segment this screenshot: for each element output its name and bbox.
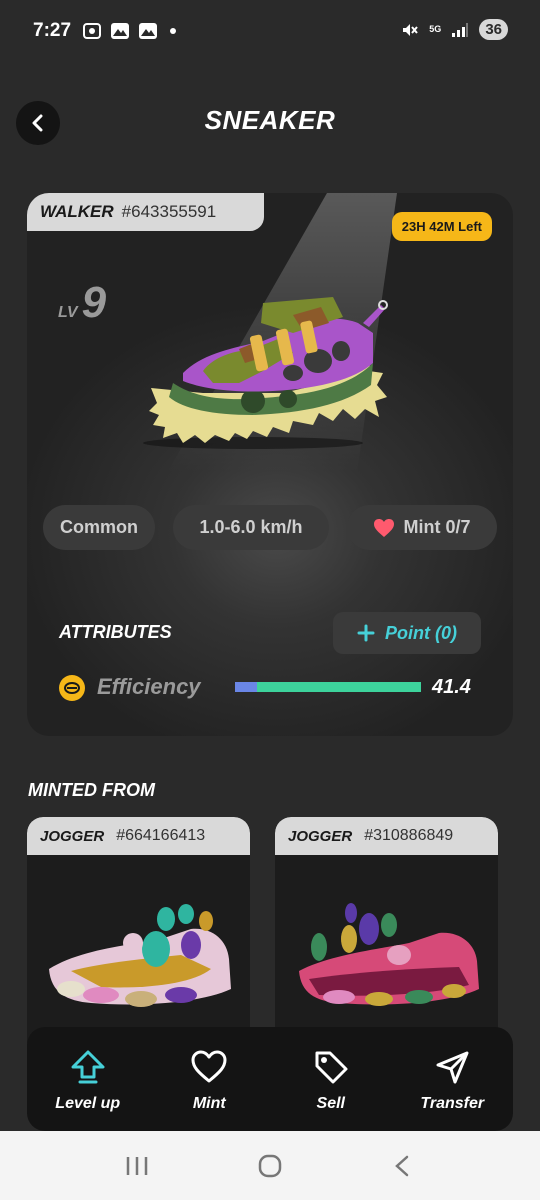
- speed-chip: 1.0-6.0 km/h: [173, 505, 329, 550]
- recent-apps-icon[interactable]: [124, 1154, 150, 1178]
- parent-id: #664166413: [116, 827, 206, 844]
- time-left-badge: 23H 42M Left: [391, 212, 492, 241]
- system-icons: 5G 36: [401, 19, 508, 40]
- mint-label: Mint: [192, 1095, 226, 1112]
- point-button-label: Point (0): [385, 622, 457, 643]
- minted-from-heading: MINTED FROM: [28, 780, 155, 800]
- parent-sneaker-card[interactable]: JOGGER #664166413: [27, 817, 250, 1057]
- parent-type: JOGGER: [288, 827, 353, 845]
- sneaker-name-tag: WALKER #643355591: [27, 193, 264, 231]
- notification-icons: [82, 21, 176, 41]
- tag-icon: [315, 1051, 348, 1084]
- heart-outline-icon: [191, 1050, 227, 1083]
- parent-name-tag: JOGGER #310886849: [275, 817, 498, 855]
- level-label: LV: [58, 304, 78, 321]
- attributes-heading: ATTRIBUTES: [59, 622, 172, 642]
- sneaker-stats: Common 1.0-6.0 km/h Mint 0/7: [43, 505, 497, 550]
- jogger-sneaker-image: [299, 903, 479, 1006]
- walker-sneaker-image: [143, 297, 388, 449]
- signal-icon: [452, 22, 469, 37]
- add-point-button[interactable]: Point (0): [333, 612, 481, 654]
- speed-range: 1.0-6.0 km/h: [199, 517, 303, 537]
- network-type: 5G: [429, 24, 442, 34]
- efficiency-value: 41.4: [432, 676, 471, 698]
- level-up-button[interactable]: Level up: [27, 1027, 149, 1131]
- efficiency-bar: [235, 682, 421, 692]
- status-bar: 7:27 5G 36: [0, 0, 540, 64]
- screenshot-icon: [83, 23, 101, 39]
- heart-icon: [374, 518, 395, 537]
- efficiency-bar-base: [235, 682, 258, 692]
- level-up-label: Level up: [55, 1095, 121, 1112]
- send-icon: [436, 1051, 469, 1084]
- page-title: SNEAKER: [204, 105, 336, 135]
- spotlight-glow: [167, 193, 397, 473]
- parent-name-tag: JOGGER #664166413: [27, 817, 250, 855]
- mint-chip: Mint 0/7: [347, 505, 497, 550]
- sell-label: Sell: [316, 1095, 345, 1112]
- sneaker-id: #643355591: [121, 202, 217, 221]
- mute-icon: [403, 23, 419, 36]
- rarity-chip: Common: [43, 505, 155, 550]
- home-icon[interactable]: [257, 1153, 283, 1179]
- level-display: LV 9: [58, 278, 106, 328]
- parent-sneaker-card[interactable]: JOGGER #310886849: [275, 817, 498, 1057]
- more-notifications-dot: [170, 28, 176, 34]
- mint-count: Mint 0/7: [403, 517, 471, 537]
- efficiency-label: Efficiency: [97, 674, 201, 699]
- sell-button[interactable]: Sell: [270, 1027, 392, 1131]
- sneaker-type: WALKER: [40, 202, 114, 221]
- status-time: 7:27: [33, 20, 72, 41]
- sneaker-card: WALKER #643355591 23H 42M Left LV 9 Comm…: [27, 193, 513, 736]
- mint-button[interactable]: Mint: [149, 1027, 271, 1131]
- transfer-button[interactable]: Transfer: [392, 1027, 514, 1131]
- efficiency-icon: [59, 675, 85, 701]
- efficiency-bar-fill: [257, 682, 421, 692]
- back-nav-icon[interactable]: [390, 1154, 416, 1178]
- level-number: 9: [81, 278, 107, 327]
- parent-id: #310886849: [364, 827, 454, 844]
- action-bar: Level up Mint Sell Transfer: [27, 1027, 513, 1131]
- level-up-icon: [71, 1050, 105, 1084]
- transfer-label: Transfer: [420, 1095, 485, 1112]
- parent-type: JOGGER: [40, 827, 105, 845]
- gallery-icon-2: [139, 23, 157, 39]
- plus-icon: [357, 624, 375, 642]
- gallery-icon: [111, 23, 129, 39]
- system-nav-bar: [0, 1131, 540, 1200]
- rarity-label: Common: [60, 517, 138, 537]
- jogger-sneaker-image: [49, 904, 231, 1007]
- battery-level: 36: [479, 19, 508, 40]
